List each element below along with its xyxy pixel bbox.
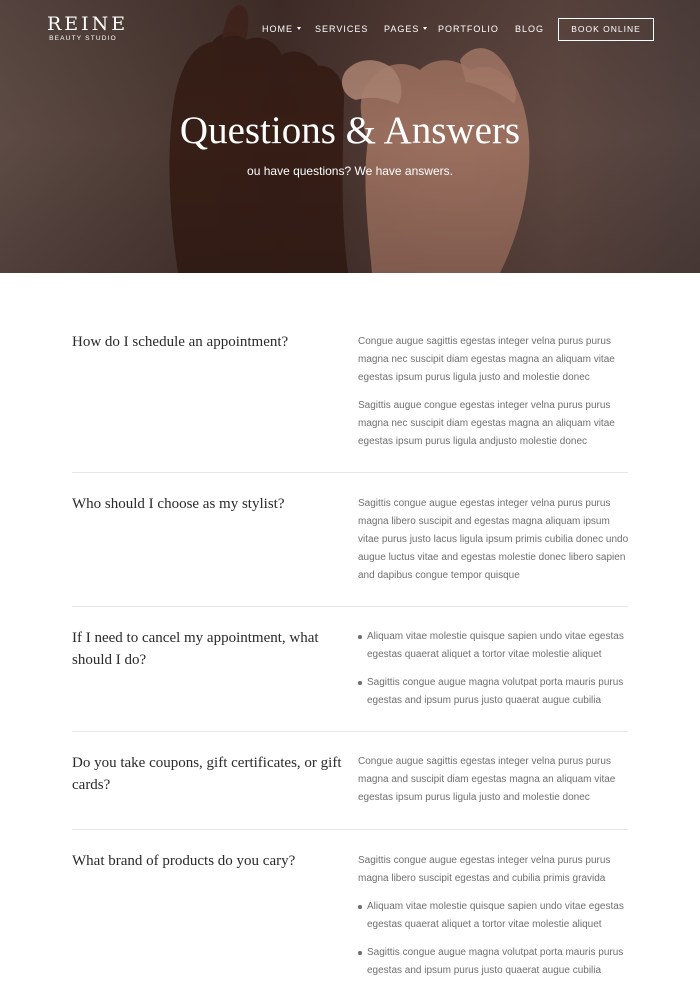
- faq-answer-bullet-text: Sagittis congue augue magna volutpat por…: [367, 947, 624, 976]
- faq-item: Do you take coupons, gift certificates, …: [72, 732, 628, 830]
- nav-item-home[interactable]: HOME: [262, 24, 301, 34]
- chevron-down-icon: [423, 27, 428, 30]
- faq-question: What brand of products do you cary?: [72, 853, 296, 869]
- faq-answer: Congue augue sagittis egestas integer ve…: [358, 753, 630, 817]
- brand-logo[interactable]: REINE BEAUTY STUDIO: [47, 13, 129, 43]
- faq-question: How do I schedule an appointment?: [72, 334, 289, 350]
- faq-answer: Congue augue sagittis egestas integer ve…: [358, 333, 630, 461]
- faq-answer: Sagittis congue augue egestas integer ve…: [358, 495, 630, 595]
- bullet-icon: [358, 951, 362, 955]
- faq-item: How do I schedule an appointment? Congue…: [72, 273, 628, 473]
- faq-question: Who should I choose as my stylist?: [72, 496, 285, 512]
- nav-item-label: PORTFOLIO: [438, 24, 499, 34]
- brand-tagline: BEAUTY STUDIO: [49, 35, 117, 42]
- faq-answer-list: Aliquam vitae molestie quisque sapien un…: [358, 628, 630, 710]
- nav-item-label: BLOG: [515, 24, 545, 34]
- faq-item: If I need to cancel my appointment, what…: [72, 607, 628, 732]
- top-navigation: REINE BEAUTY STUDIO HOME SERVICES PAGES …: [0, 0, 700, 60]
- faq-answer-paragraph: Congue augue sagittis egestas integer ve…: [358, 756, 616, 803]
- bullet-icon: [358, 635, 362, 639]
- faq-answer-bullet: Sagittis congue augue magna volutpat por…: [358, 674, 630, 710]
- book-online-button[interactable]: BOOK ONLINE: [558, 18, 654, 41]
- faq-item: What brand of products do you cary? Sagi…: [72, 830, 628, 1000]
- brand-name: REINE: [47, 13, 129, 35]
- faq-answer-bullet-text: Sagittis congue augue magna volutpat por…: [367, 677, 624, 706]
- faq-answer-paragraph: Congue augue sagittis egestas integer ve…: [358, 336, 615, 383]
- faq-answer: Sagittis congue augue egestas integer ve…: [358, 852, 630, 990]
- faq-answer-bullet-text: Aliquam vitae molestie quisque sapien un…: [367, 631, 624, 660]
- faq-question: If I need to cancel my appointment, what…: [72, 630, 319, 668]
- chevron-down-icon: [297, 27, 301, 30]
- nav-item-label: SERVICES: [315, 24, 369, 34]
- faq-answer-bullet: Aliquam vitae molestie quisque sapien un…: [358, 898, 630, 934]
- faq-answer-list: Aliquam vitae molestie quisque sapien un…: [358, 898, 630, 980]
- faq-answer: Aliquam vitae molestie quisque sapien un…: [358, 628, 630, 720]
- faq-answer-paragraph: Sagittis augue congue egestas integer ve…: [358, 400, 615, 447]
- faq-answer-paragraph: Sagittis congue augue egestas integer ve…: [358, 498, 629, 581]
- bullet-icon: [358, 681, 362, 685]
- faq-answer-paragraph: Sagittis congue augue egestas integer ve…: [358, 855, 611, 884]
- bullet-icon: [358, 905, 362, 909]
- nav-item-portfolio[interactable]: PORTFOLIO: [438, 24, 499, 34]
- faq-answer-bullet: Aliquam vitae molestie quisque sapien un…: [358, 628, 630, 664]
- nav-item-label: PAGES: [384, 24, 420, 34]
- page-subtitle: ou have questions? We have answers.: [247, 164, 453, 178]
- faq-item: Who should I choose as my stylist? Sagit…: [72, 473, 628, 607]
- nav-item-pages[interactable]: PAGES: [384, 24, 428, 34]
- nav-item-label: HOME: [262, 24, 293, 34]
- hero-banner: REINE BEAUTY STUDIO HOME SERVICES PAGES …: [0, 0, 700, 273]
- faq-question: Do you take coupons, gift certificates, …: [72, 755, 342, 793]
- nav-item-services[interactable]: SERVICES: [315, 24, 368, 34]
- faq-answer-bullet-text: Aliquam vitae molestie quisque sapien un…: [367, 901, 624, 930]
- faq-answer-bullet: Sagittis congue augue magna volutpat por…: [358, 944, 630, 980]
- page-title: Questions & Answers: [179, 109, 521, 152]
- nav-item-blog[interactable]: BLOG: [515, 24, 544, 34]
